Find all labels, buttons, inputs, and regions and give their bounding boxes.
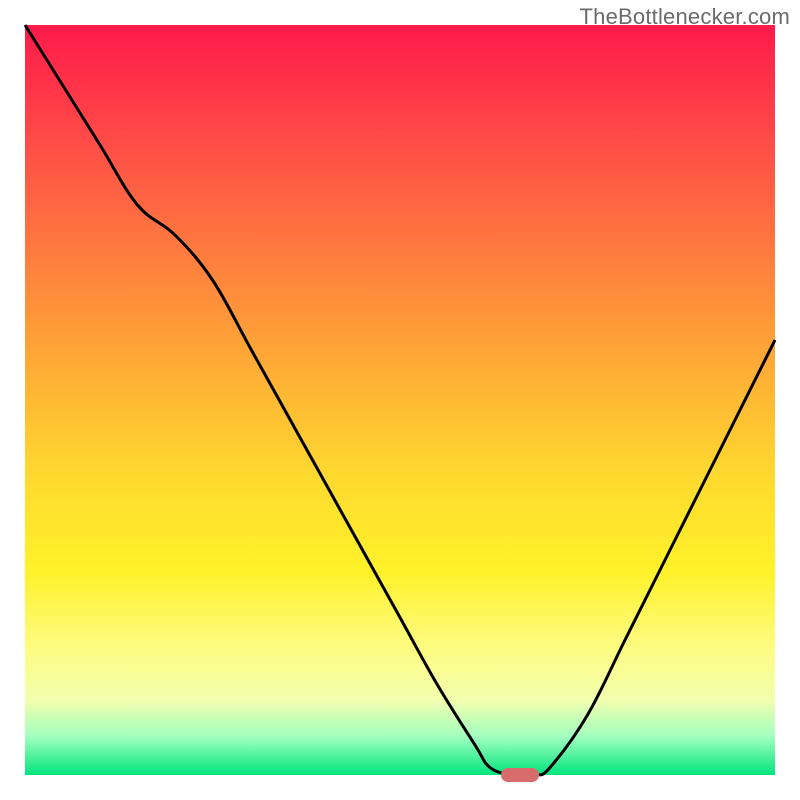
optimal-marker: [501, 768, 539, 782]
bottleneck-curve-path: [25, 25, 775, 776]
plot-area: [25, 25, 775, 775]
curve-layer: [25, 25, 775, 775]
bottleneck-chart: TheBottlenecker.com: [0, 0, 800, 800]
watermark-text: TheBottlenecker.com: [580, 4, 790, 30]
